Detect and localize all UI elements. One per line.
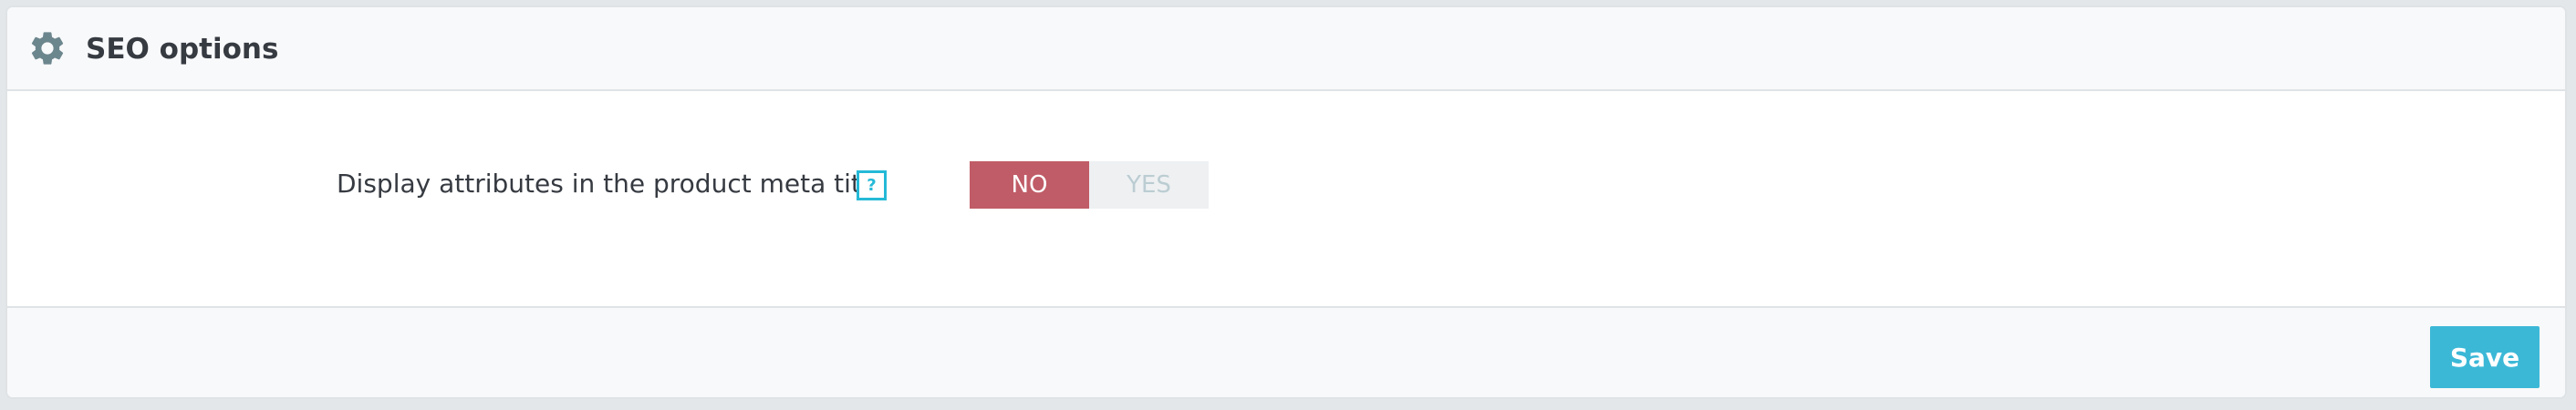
switch-option-yes[interactable]: YES	[1089, 161, 1209, 209]
seo-options-panel: SEO options Display attributes in the pr…	[5, 5, 2567, 399]
form-label-display-attributes: Display attributes in the product meta t…	[337, 169, 884, 199]
panel-header: SEO options	[7, 7, 2565, 91]
display-attributes-switch[interactable]: NO YES	[970, 161, 1209, 209]
gear-icon	[31, 32, 64, 65]
panel-footer: Save	[7, 306, 2565, 397]
switch-option-no[interactable]: NO	[970, 161, 1089, 209]
help-icon[interactable]: ?	[857, 170, 887, 200]
save-button[interactable]: Save	[2430, 326, 2540, 388]
panel-title: SEO options	[86, 33, 279, 66]
